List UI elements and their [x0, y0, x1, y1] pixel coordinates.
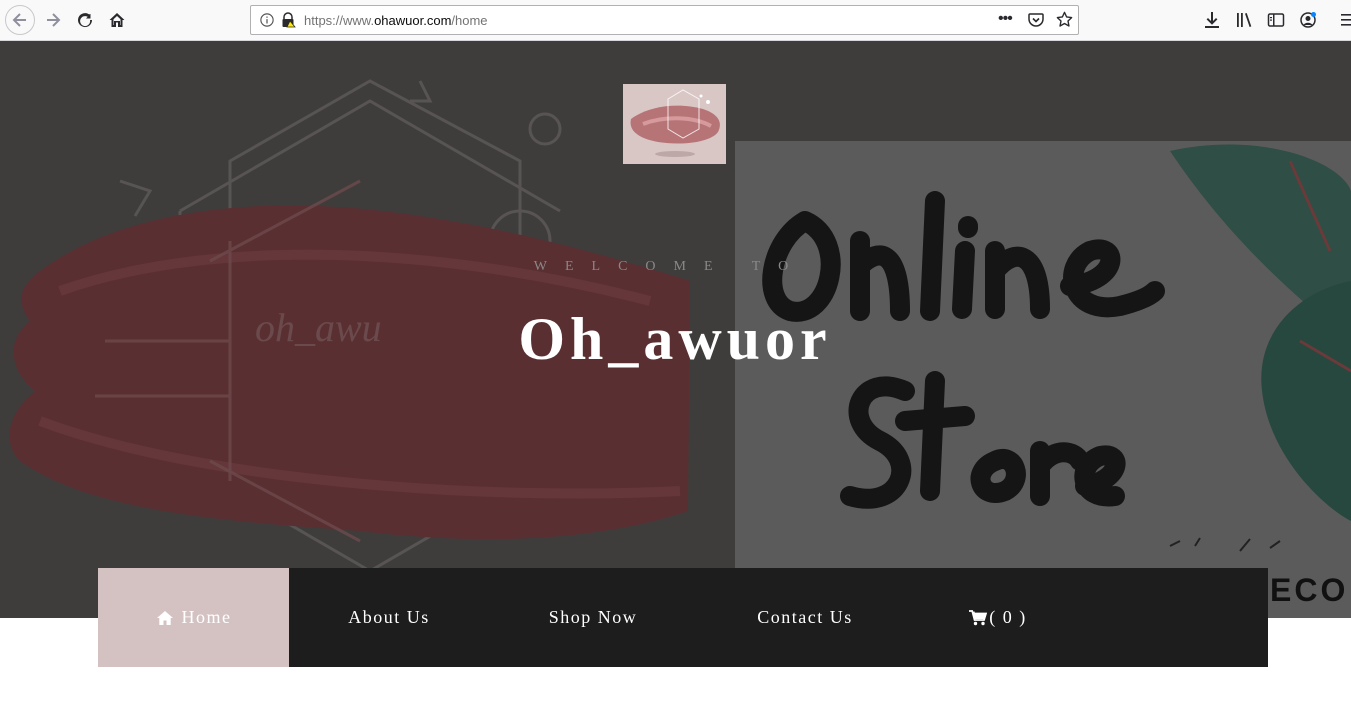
reload-button[interactable] — [71, 6, 99, 34]
back-button[interactable] — [5, 5, 35, 35]
nav-home-label: Home — [181, 607, 232, 627]
brand-title: Oh_awuor — [518, 306, 832, 372]
url-prefix: https://www. — [304, 13, 375, 28]
hero-banner: ECO oh_awu WELCOME TO Oh_awuor — [0, 41, 1351, 618]
account-icon — [1300, 12, 1316, 28]
svg-text:ECO: ECO — [1270, 572, 1348, 608]
arrow-left-icon — [12, 13, 26, 27]
forward-button[interactable] — [39, 6, 67, 34]
url-path: /home — [451, 13, 488, 28]
url-domain: ohawuor.com — [374, 13, 452, 28]
nav-cart[interactable]: ( 0 ) — [948, 568, 1048, 667]
info-icon[interactable] — [260, 13, 274, 27]
account-button[interactable] — [1299, 11, 1317, 29]
nav-home[interactable]: Home — [98, 568, 289, 667]
address-bar[interactable]: https://www.ohawuor.com/home ••• — [250, 5, 1079, 35]
download-icon — [1205, 12, 1219, 28]
logo-image — [623, 84, 726, 164]
nav-shop-now-label: Shop Now — [548, 607, 638, 627]
downloads-button[interactable] — [1203, 11, 1221, 29]
cart-count: ( 0 ) — [989, 607, 1027, 627]
nav-contact-us-label: Contact Us — [757, 607, 853, 627]
page-actions-button[interactable]: ••• — [998, 10, 1018, 30]
sidebar-button[interactable] — [1267, 11, 1285, 29]
menu-button[interactable] — [1337, 11, 1351, 29]
nav-contact-us[interactable]: Contact Us — [730, 568, 880, 667]
reload-icon — [78, 13, 93, 28]
main-navigation: Home About Us Shop Now Contact Us ( 0 ) — [98, 568, 1268, 667]
sidebar-icon — [1267, 13, 1285, 27]
welcome-text: WELCOME TO — [533, 259, 807, 274]
house-icon — [109, 13, 125, 27]
nav-shop-now[interactable]: Shop Now — [518, 568, 668, 667]
url-text[interactable]: https://www.ohawuor.com/home — [304, 13, 488, 28]
home-button[interactable] — [103, 6, 131, 34]
insecure-lock-icon[interactable] — [280, 12, 296, 28]
svg-text:oh_awu: oh_awu — [255, 305, 382, 350]
hamburger-menu-icon — [1341, 14, 1351, 26]
browser-toolbar: https://www.ohawuor.com/home ••• — [0, 0, 1351, 41]
home-icon — [156, 610, 173, 625]
nav-about-us-label: About Us — [348, 607, 430, 627]
nav-about-us[interactable]: About Us — [314, 568, 464, 667]
library-button[interactable] — [1235, 11, 1253, 29]
bookmark-star-icon[interactable] — [1056, 11, 1073, 28]
cart-icon — [969, 609, 988, 625]
pocket-icon[interactable] — [1028, 12, 1044, 28]
library-icon — [1237, 13, 1252, 27]
site-logo[interactable] — [623, 84, 726, 164]
arrow-right-icon — [47, 13, 61, 27]
